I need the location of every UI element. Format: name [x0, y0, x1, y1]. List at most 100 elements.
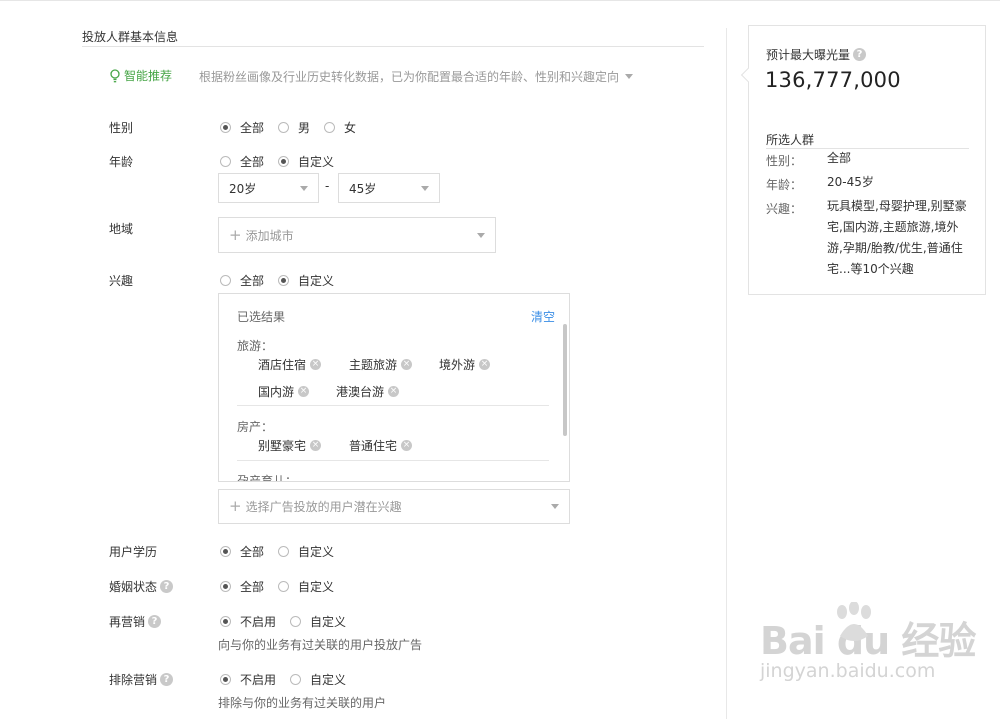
- chevron-down-icon: [300, 185, 308, 191]
- marital-option-all[interactable]: 全部: [220, 578, 264, 595]
- exclude-radio-group: 不启用 自定义: [220, 671, 360, 688]
- radio[interactable]: [290, 674, 302, 685]
- clear-link[interactable]: 清空: [531, 308, 555, 325]
- chevron-down-icon: [421, 185, 429, 191]
- radio[interactable]: [278, 581, 290, 592]
- exclude-label: 排除营销?: [109, 671, 174, 688]
- summary-age-value: 20-45岁: [827, 175, 874, 189]
- tag-item: 酒店住宿 ×: [258, 358, 322, 372]
- help-icon[interactable]: ?: [160, 580, 174, 593]
- remarketing-option-custom[interactable]: 自定义: [290, 613, 346, 630]
- summary-gender-value: 全部: [827, 151, 852, 165]
- tag-item: 别墅豪宅 ×: [258, 439, 322, 453]
- plus-icon: +: [229, 225, 242, 244]
- radio-checked[interactable]: [220, 674, 231, 685]
- help-icon[interactable]: ?: [160, 673, 174, 686]
- baidu-jingyan-watermark: Bai du 经验 jingyan.baidu.com: [760, 602, 976, 682]
- card-pointer: [740, 67, 756, 83]
- gender-option-female[interactable]: 女: [324, 119, 356, 136]
- education-option-custom[interactable]: 自定义: [278, 543, 334, 560]
- radio-checked[interactable]: [278, 275, 290, 286]
- summary-interest-value: 玩具模型,母婴护理,别墅豪宅,国内游,主题旅游,境外游,孕期/胎教/优生,普通住…: [827, 199, 967, 276]
- radio-checked[interactable]: [220, 122, 231, 133]
- age-label: 年龄: [109, 155, 134, 169]
- remarketing-hint: 向与你的业务有过关联的用户投放广告: [218, 638, 423, 652]
- radio[interactable]: [278, 122, 290, 133]
- remarketing-radio-group: 不启用 自定义: [220, 613, 360, 630]
- top-border: [0, 0, 1000, 1]
- tag-item: 普通住宅 ×: [349, 439, 413, 453]
- age-range-dash: -: [325, 179, 330, 193]
- category-divider: [237, 405, 549, 406]
- paw-icon: [837, 602, 871, 641]
- exclude-hint: 排除与你的业务有过关联的用户: [218, 696, 387, 710]
- remove-tag-icon[interactable]: ×: [298, 386, 310, 397]
- region-label: 地域: [109, 222, 134, 236]
- tag-item: 国内游 ×: [258, 385, 310, 399]
- gender-option-all[interactable]: 全部: [220, 119, 264, 136]
- exposure-value: 136,777,000: [765, 68, 901, 92]
- help-icon[interactable]: ?: [853, 48, 867, 61]
- section-title: 投放人群基本信息: [82, 30, 179, 44]
- marital-option-custom[interactable]: 自定义: [278, 578, 334, 595]
- marital-radio-group: 全部 自定义: [220, 578, 348, 595]
- gender-option-male[interactable]: 男: [278, 119, 310, 136]
- radio[interactable]: [324, 122, 336, 133]
- summary-gender-key: 性别：: [766, 154, 803, 168]
- age-radio-group: 全部 自定义: [220, 153, 348, 170]
- section-divider: [82, 46, 704, 47]
- summary-age-key: 年龄：: [766, 178, 803, 192]
- remarketing-label: 再营销?: [109, 613, 162, 630]
- category-title-travel: 旅游：: [237, 339, 274, 353]
- age-option-custom[interactable]: 自定义: [278, 153, 334, 170]
- chevron-down-icon: [477, 232, 485, 238]
- interest-add-select[interactable]: + 选择广告投放的用户潜在兴趣: [218, 489, 570, 524]
- audience-title: 所选人群: [766, 133, 815, 147]
- radio-checked[interactable]: [220, 546, 231, 557]
- interest-option-all[interactable]: 全部: [220, 272, 264, 289]
- radio[interactable]: [220, 156, 231, 167]
- radio[interactable]: [220, 275, 231, 286]
- remarketing-option-off[interactable]: 不启用: [220, 613, 276, 630]
- radio-checked[interactable]: [220, 581, 231, 592]
- education-option-all[interactable]: 全部: [220, 543, 264, 560]
- age-from-select[interactable]: 20岁: [218, 173, 319, 203]
- help-icon[interactable]: ?: [148, 615, 162, 628]
- radio[interactable]: [290, 616, 302, 627]
- interest-selected-panel[interactable]: 已选结果 清空 旅游： 酒店住宿 × 主题旅游 × 境外游 × 国内游 × 港澳台游 × …: [218, 293, 570, 482]
- category-title-parenting: 孕产育儿：: [237, 474, 298, 482]
- education-label: 用户学历: [109, 545, 158, 559]
- plus-icon: +: [229, 497, 242, 515]
- region-city-select[interactable]: + 添加城市: [218, 217, 496, 253]
- exclude-option-custom[interactable]: 自定义: [290, 671, 346, 688]
- tag-item: 境外游 ×: [439, 358, 491, 372]
- education-radio-group: 全部 自定义: [220, 543, 348, 560]
- tag-item: 主题旅游 ×: [349, 358, 413, 372]
- age-option-all[interactable]: 全部: [220, 153, 264, 170]
- radio-checked[interactable]: [220, 616, 231, 627]
- remove-tag-icon[interactable]: ×: [310, 359, 322, 370]
- smart-desc-text: 根据粉丝画像及行业历史转化数据，已为你配置最合适的年龄、性别和兴趣定向: [199, 70, 620, 84]
- smart-recommend-label: 智能推荐: [124, 69, 173, 83]
- chevron-down-icon: [625, 74, 634, 79]
- smart-recommend-desc[interactable]: 根据粉丝画像及行业历史转化数据，已为你配置最合适的年龄、性别和兴趣定向: [199, 68, 634, 85]
- exposure-label: 预计最大曝光量?: [766, 46, 867, 63]
- scrollbar[interactable]: [563, 324, 567, 436]
- remove-tag-icon[interactable]: ×: [310, 440, 322, 451]
- exclude-option-off[interactable]: 不启用: [220, 671, 276, 688]
- age-to-select[interactable]: 45岁: [338, 173, 440, 203]
- remove-tag-icon[interactable]: ×: [401, 359, 413, 370]
- audience-summary-card: 预计最大曝光量? 136,777,000 所选人群 性别： 全部 年龄： 20-…: [740, 25, 986, 295]
- radio[interactable]: [278, 546, 290, 557]
- remove-tag-icon[interactable]: ×: [401, 440, 413, 451]
- remove-tag-icon[interactable]: ×: [388, 386, 400, 397]
- column-divider: [726, 28, 727, 719]
- category-divider: [237, 460, 549, 461]
- lightbulb-icon: [110, 68, 120, 82]
- radio-checked[interactable]: [278, 156, 290, 167]
- smart-recommend[interactable]: 智能推荐: [110, 67, 172, 84]
- gender-label: 性别: [109, 121, 134, 135]
- summary-interest-key: 兴趣：: [766, 202, 803, 216]
- interest-option-custom[interactable]: 自定义: [278, 272, 334, 289]
- remove-tag-icon[interactable]: ×: [479, 359, 491, 370]
